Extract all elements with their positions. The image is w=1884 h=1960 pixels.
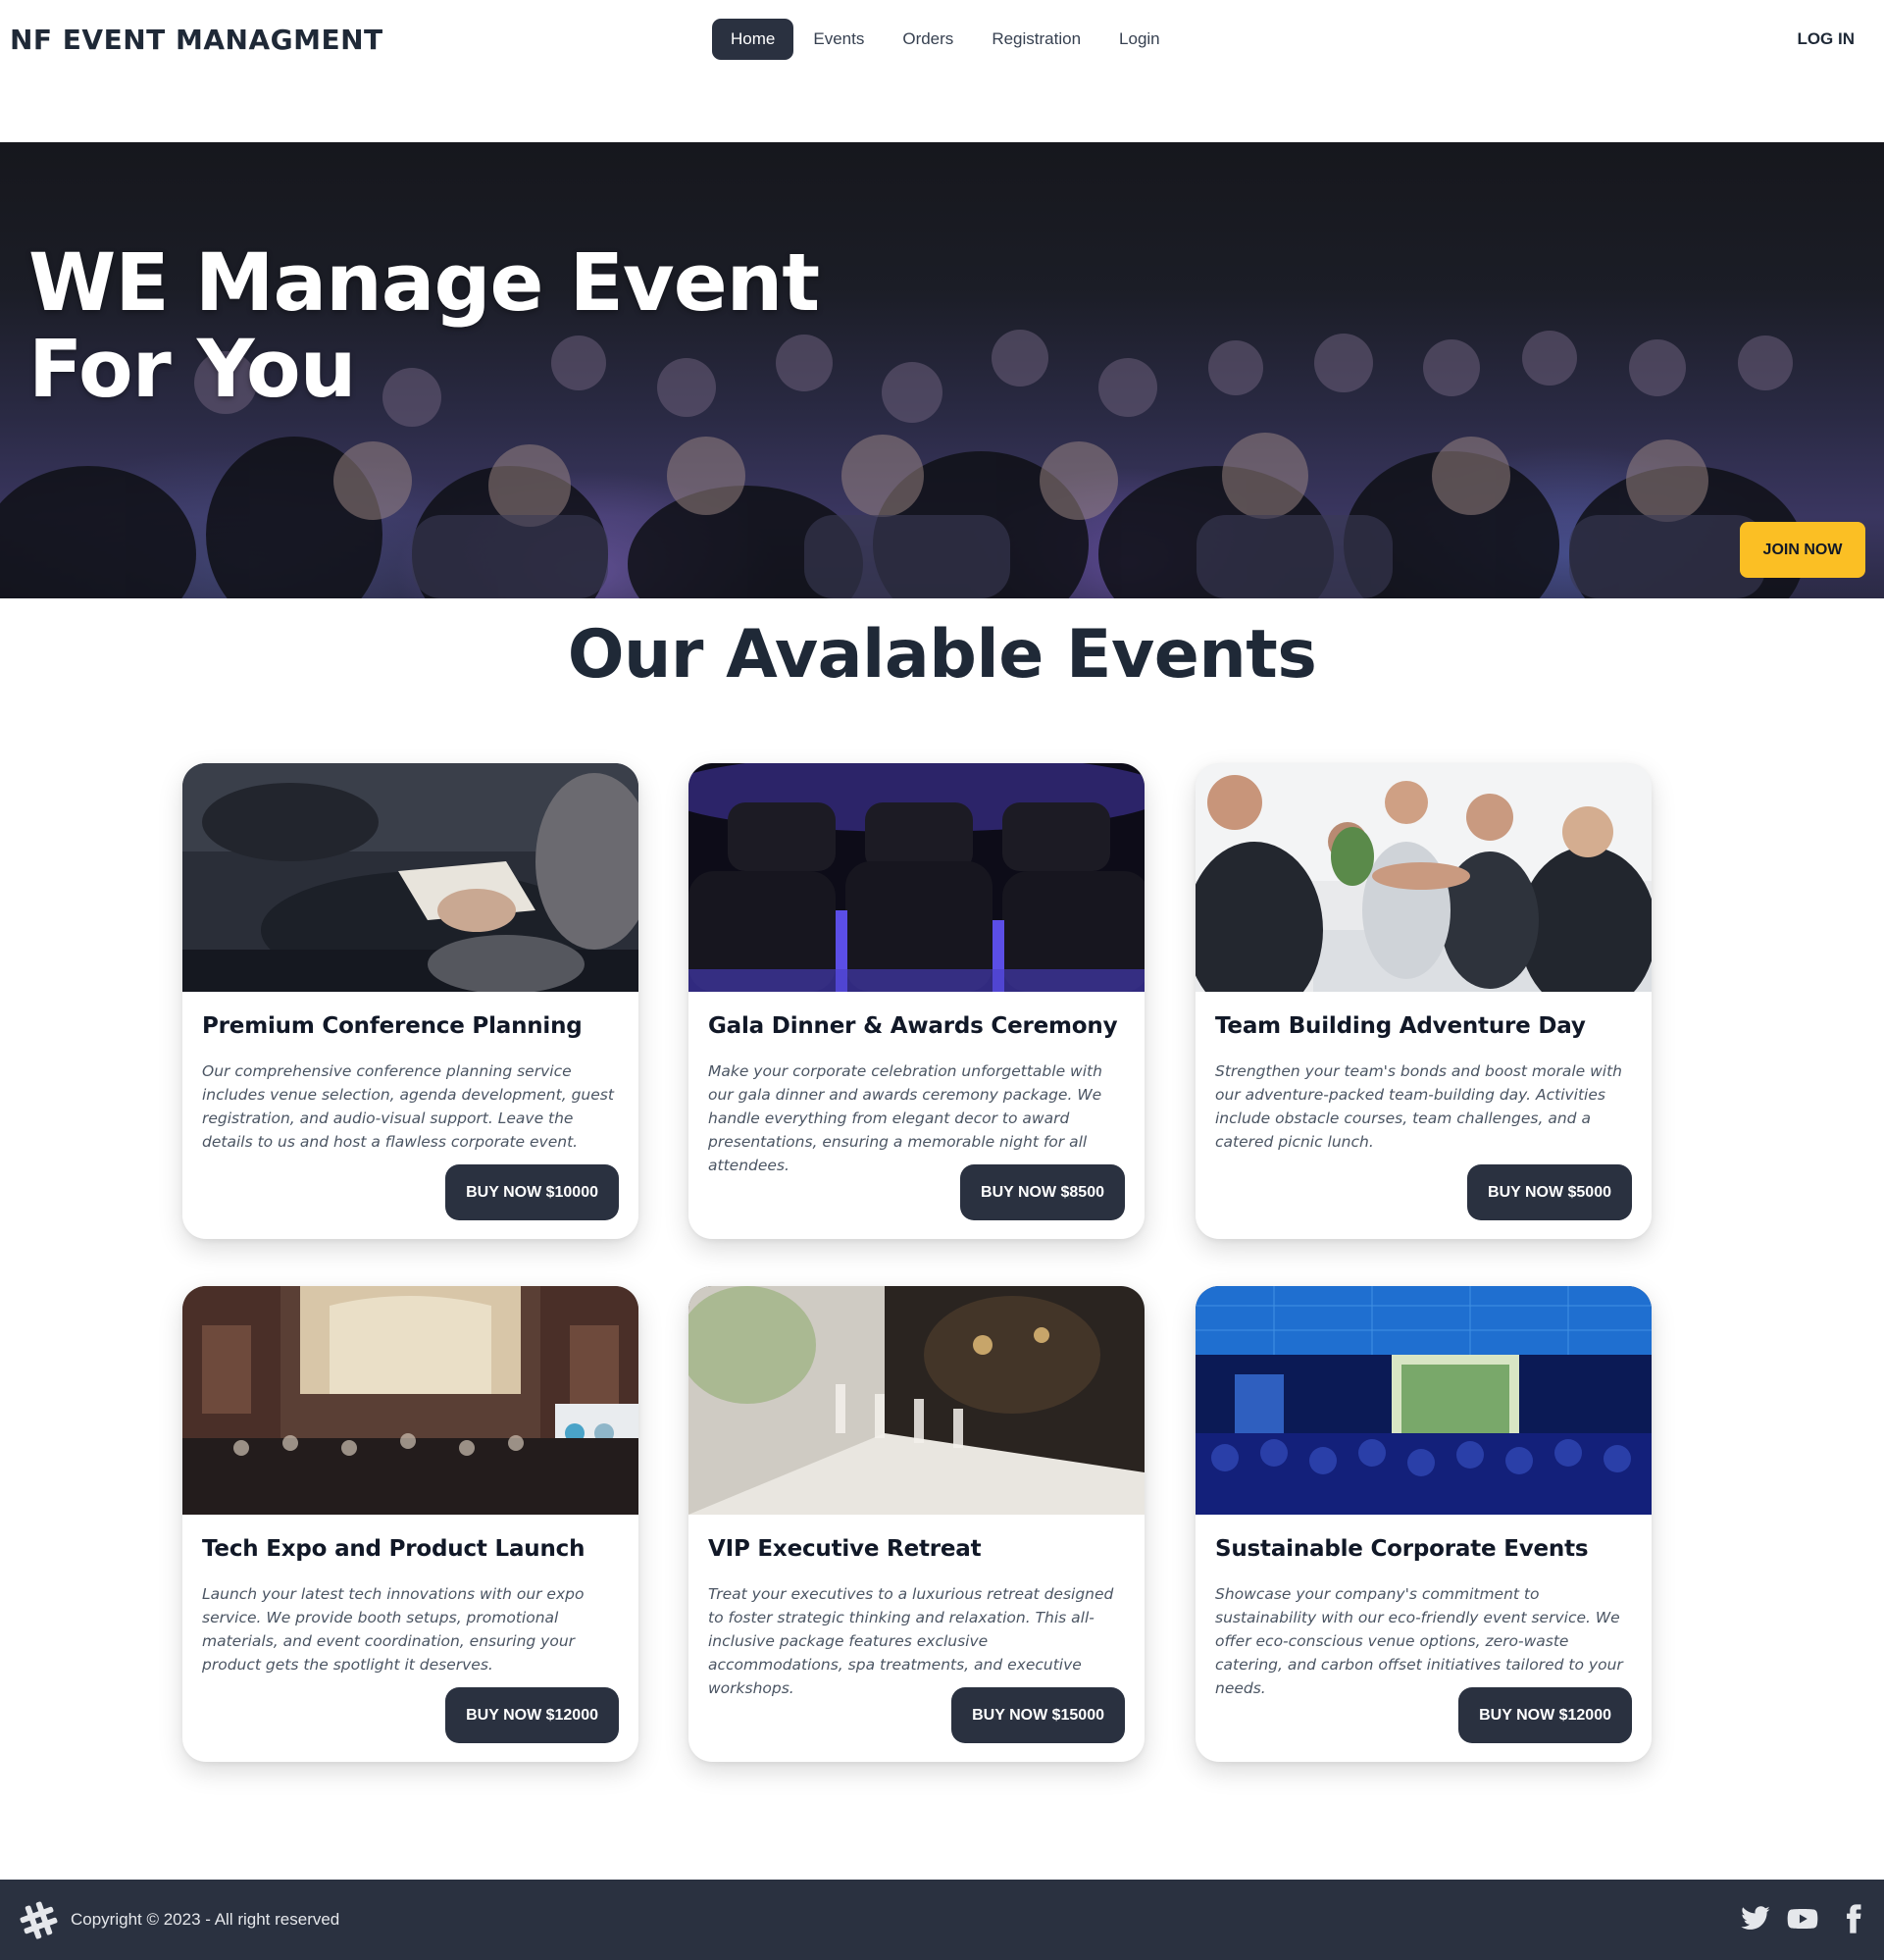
section-title: Our Avalable Events	[567, 616, 1317, 694]
nav-item-orders[interactable]: Orders	[884, 19, 972, 60]
hero-title: WE Manage Event For You	[28, 237, 820, 416]
hero-title-line2: For You	[28, 324, 356, 416]
conference-notes-photo	[182, 763, 638, 992]
presentation-hall-photo	[1196, 1286, 1652, 1515]
navbar: NF EVENT MANAGMENT Home Events Orders Re…	[0, 0, 1884, 82]
youtube-icon[interactable]	[1787, 1903, 1818, 1934]
nav-item-events[interactable]: Events	[794, 19, 883, 60]
brand-logo[interactable]: NF EVENT MANAGMENT	[10, 24, 383, 56]
expo-hall-photo	[182, 1286, 638, 1515]
footer: Copyright © 2023 - All right reserved	[0, 1880, 1884, 1960]
nav-item-registration[interactable]: Registration	[973, 19, 1099, 60]
buy-now-button[interactable]: BUY NOW $8500	[960, 1164, 1125, 1220]
dinner-table-photo	[688, 1286, 1145, 1515]
event-description: Launch your latest tech innovations with…	[202, 1585, 585, 1674]
event-title: Gala Dinner & Awards Ceremony	[708, 1013, 1118, 1039]
twitter-icon[interactable]	[1740, 1903, 1771, 1934]
join-now-button[interactable]: JOIN NOW	[1740, 522, 1865, 578]
nav-item-home[interactable]: Home	[712, 19, 794, 60]
event-card: VIP Executive Retreat Treat your executi…	[688, 1286, 1145, 1762]
event-description: Our comprehensive conference planning se…	[202, 1062, 614, 1151]
event-card: Sustainable Corporate Events Showcase yo…	[1196, 1286, 1652, 1762]
event-title: Tech Expo and Product Launch	[202, 1536, 586, 1562]
nav-menu: Home Events Orders Registration Login	[712, 19, 1180, 60]
hero-title-line1: WE Manage Event	[28, 237, 820, 330]
event-card: Gala Dinner & Awards Ceremony Make your …	[688, 763, 1145, 1239]
buy-now-button[interactable]: BUY NOW $15000	[951, 1687, 1125, 1743]
event-description: Make your corporate celebration unforget…	[708, 1062, 1102, 1174]
event-card: Team Building Adventure Day Strengthen y…	[1196, 763, 1652, 1239]
nav-item-login[interactable]: Login	[1100, 19, 1179, 60]
event-title: VIP Executive Retreat	[708, 1536, 982, 1562]
event-card: Premium Conference Planning Our comprehe…	[182, 763, 638, 1239]
event-description: Showcase your company's commitment to su…	[1215, 1585, 1623, 1697]
hashtag-logo-icon	[20, 1901, 58, 1939]
event-description: Strengthen your team's bonds and boost m…	[1215, 1062, 1622, 1151]
facebook-icon[interactable]	[1838, 1903, 1869, 1934]
buy-now-button[interactable]: BUY NOW $5000	[1467, 1164, 1632, 1220]
buy-now-button[interactable]: BUY NOW $12000	[445, 1687, 619, 1743]
copyright-text: Copyright © 2023 - All right reserved	[71, 1910, 340, 1929]
buy-now-button[interactable]: BUY NOW $12000	[1458, 1687, 1632, 1743]
event-card: Tech Expo and Product Launch Launch your…	[182, 1286, 638, 1762]
auditorium-chairs-photo	[688, 763, 1145, 992]
buy-now-button[interactable]: BUY NOW $10000	[445, 1164, 619, 1220]
login-button[interactable]: LOG IN	[1797, 29, 1855, 49]
event-title: Premium Conference Planning	[202, 1013, 583, 1039]
event-description: Treat your executives to a luxurious ret…	[708, 1585, 1114, 1697]
team-handshake-photo	[1196, 763, 1652, 992]
hero-banner: WE Manage Event For You JOIN NOW	[0, 142, 1884, 598]
event-title: Team Building Adventure Day	[1215, 1013, 1586, 1039]
event-title: Sustainable Corporate Events	[1215, 1536, 1589, 1562]
